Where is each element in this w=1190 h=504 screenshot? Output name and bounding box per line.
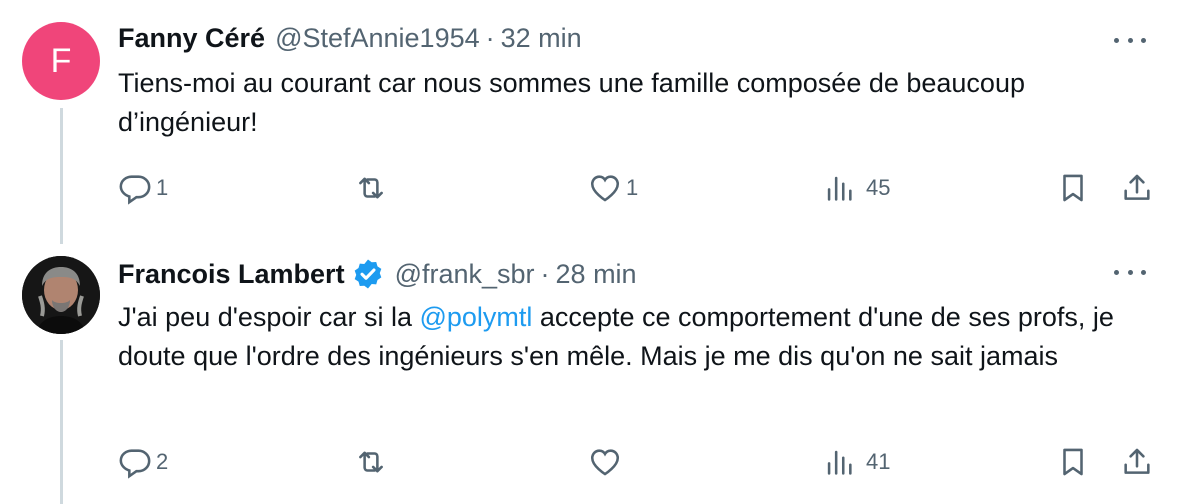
bookmark-icon [1063, 174, 1083, 202]
verified-badge-icon[interactable] [351, 257, 385, 291]
views-count: 41 [866, 449, 891, 474]
reply-icon [119, 175, 151, 205]
views-button[interactable]: 41 [822, 442, 890, 482]
author-handle[interactable]: @StefAnnie1954 [275, 23, 480, 54]
avatar[interactable] [22, 256, 100, 334]
action-bar: 1 1 45 [0, 168, 1190, 208]
share-icon [1124, 174, 1150, 200]
tweet-header: Francois Lambert @frank_sbr · 28 min [118, 256, 637, 292]
like-button[interactable]: 1 [588, 168, 638, 208]
like-count: 1 [626, 175, 639, 200]
tweet-text: Tiens-moi au courant car nous sommes une… [118, 68, 1025, 137]
avatar-photo [22, 256, 100, 334]
reply-button[interactable]: 2 [118, 442, 168, 482]
avatar-letter: F [50, 41, 72, 80]
more-icon[interactable] [1114, 30, 1146, 50]
timestamp[interactable]: 32 min [501, 23, 582, 54]
bookmark-button[interactable] [1056, 442, 1090, 482]
avatar[interactable]: F [22, 22, 100, 100]
reply-icon [119, 449, 151, 479]
views-icon [827, 450, 852, 475]
like-icon [590, 449, 620, 476]
bookmark-button[interactable] [1056, 168, 1090, 208]
retweet-button[interactable] [354, 442, 392, 482]
views-icon [827, 176, 852, 201]
action-bar: 2 41 [0, 442, 1190, 482]
mention-link[interactable]: @polymtl [419, 302, 532, 332]
retweet-button[interactable] [354, 168, 392, 208]
share-button[interactable] [1120, 442, 1154, 482]
share-button[interactable] [1120, 168, 1154, 208]
tweet-text-part: J'ai peu d'espoir car si la [118, 302, 420, 332]
tweet-header: Fanny Céré @StefAnnie1954 · 32 min [118, 20, 582, 56]
author-name[interactable]: Francois Lambert [118, 259, 345, 290]
timestamp[interactable]: 28 min [556, 259, 637, 290]
views-count: 45 [866, 175, 891, 200]
tweet[interactable]: Francois Lambert @frank_sbr · 28 min J'a… [0, 244, 1190, 504]
separator: · [485, 22, 495, 53]
reply-button[interactable]: 1 [118, 168, 168, 208]
like-icon [590, 175, 620, 202]
author-name[interactable]: Fanny Céré [118, 23, 265, 54]
retweet-icon [359, 451, 383, 473]
bookmark-icon [1063, 448, 1083, 476]
author-handle[interactable]: @frank_sbr [395, 259, 535, 290]
more-icon[interactable] [1114, 262, 1146, 282]
reply-count: 2 [156, 449, 169, 474]
reply-count: 1 [156, 175, 169, 200]
views-button[interactable]: 45 [822, 168, 890, 208]
share-icon [1124, 448, 1150, 474]
retweet-icon [359, 177, 383, 199]
tweet-text: J'ai peu d'espoir car si la @polymtl acc… [118, 298, 1158, 376]
tweet[interactable]: F Fanny Céré @StefAnnie1954 · 32 min Tie… [0, 0, 1190, 244]
separator: · [540, 258, 550, 289]
like-button[interactable] [588, 442, 626, 482]
